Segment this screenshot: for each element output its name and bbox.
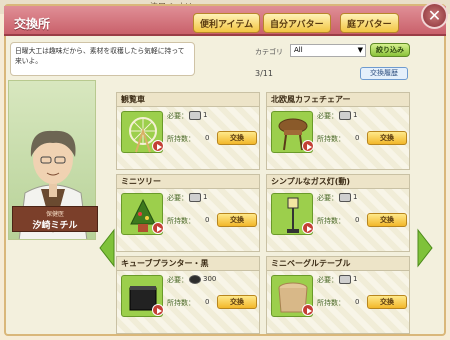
item-name: ミニツリー xyxy=(117,175,259,189)
play-icon[interactable] xyxy=(302,222,314,234)
required-count: 1 xyxy=(203,111,208,119)
chevron-down-icon: ▼ xyxy=(357,46,363,54)
exchange-button[interactable]: 交換 xyxy=(217,213,257,227)
required-label: 必要： xyxy=(167,276,188,284)
prev-page-arrow-icon[interactable] xyxy=(98,228,116,268)
material-icon xyxy=(189,193,201,202)
filter-label: カテゴリ xyxy=(255,48,283,56)
play-icon[interactable] xyxy=(302,140,314,152)
play-icon[interactable] xyxy=(152,140,164,152)
close-button[interactable]: ✕ xyxy=(421,2,448,29)
item-name: ミニベーグルテーブル xyxy=(267,257,409,271)
category-select[interactable]: All ▼ xyxy=(290,44,366,57)
owned-label: 所持数： xyxy=(167,299,195,307)
item-name: キューブプランター・黒 xyxy=(117,257,259,271)
window-title: 交換所 xyxy=(14,17,51,31)
owned-label: 所持数： xyxy=(167,135,195,143)
item-card[interactable]: ミニツリー 必要： 1 所持数： 0 交換 xyxy=(116,174,260,252)
required-label: 必要： xyxy=(317,112,338,120)
required-count: 1 xyxy=(353,275,358,283)
currency-icon xyxy=(189,275,201,284)
material-icon xyxy=(339,193,351,202)
item-card[interactable]: ミニベーグルテーブル 必要： 1 所持数： 0 交換 xyxy=(266,256,410,334)
page-indicator: 3/11 xyxy=(255,69,273,78)
owned-label: 所持数： xyxy=(317,135,345,143)
required-count: 300 xyxy=(203,275,217,283)
required-label: 必要： xyxy=(317,194,338,202)
useful-items-tab[interactable]: 便利アイテム xyxy=(193,13,261,33)
item-card[interactable]: キューブプランター・黒 必要： 300 所持数： 0 交換 xyxy=(116,256,260,334)
close-icon: ✕ xyxy=(427,6,442,25)
exchange-button[interactable]: 交換 xyxy=(367,131,407,145)
item-card[interactable]: 北欧風カフェチェアー 必要： 1 所持数： 0 交換 xyxy=(266,92,410,170)
play-icon[interactable] xyxy=(152,304,164,316)
owned-count: 0 xyxy=(355,298,360,306)
npc-role: 保健医 xyxy=(45,211,64,218)
npc-name-card: 保健医 汐崎ミチル xyxy=(12,206,98,232)
owned-count: 0 xyxy=(205,216,210,224)
item-name: シンプルなガス灯(動) xyxy=(267,175,409,189)
category-select-value: All xyxy=(294,46,303,54)
item-name: 北欧風カフェチェアー xyxy=(267,93,409,107)
npc-speech-bubble: 日曜大工は趣味だから、素材を収穫したら気軽に持って来いよ。 xyxy=(10,42,195,76)
required-label: 必要： xyxy=(167,194,188,202)
required-count: 1 xyxy=(353,193,358,201)
owned-count: 0 xyxy=(205,134,210,142)
material-icon xyxy=(339,111,351,120)
owned-label: 所持数： xyxy=(317,299,345,307)
item-card[interactable]: 観覧車 必要： 1 所持数： 0 交換 xyxy=(116,92,260,170)
exchange-button[interactable]: 交換 xyxy=(367,295,407,309)
owned-label: 所持数： xyxy=(317,217,345,225)
play-icon[interactable] xyxy=(302,304,314,316)
exchange-button[interactable]: 交換 xyxy=(217,131,257,145)
owned-count: 0 xyxy=(355,216,360,224)
exchange-button[interactable]: 交換 xyxy=(367,213,407,227)
required-label: 必要： xyxy=(167,112,188,120)
required-count: 1 xyxy=(353,111,358,119)
exchange-history-button[interactable]: 交換履歴 xyxy=(360,67,408,80)
material-icon xyxy=(189,111,201,120)
play-icon[interactable] xyxy=(152,222,164,234)
next-page-arrow-icon[interactable] xyxy=(416,228,434,268)
npc-name: 汐崎ミチル xyxy=(32,221,78,231)
exchange-button[interactable]: 交換 xyxy=(217,295,257,309)
required-count: 1 xyxy=(203,193,208,201)
filter-button[interactable]: 絞り込み xyxy=(370,43,410,57)
owned-count: 0 xyxy=(355,134,360,142)
material-icon xyxy=(339,275,351,284)
owned-count: 0 xyxy=(205,298,210,306)
item-name: 観覧車 xyxy=(117,93,259,107)
my-avatar-tab[interactable]: 自分アバター xyxy=(263,13,331,33)
owned-label: 所持数： xyxy=(167,217,195,225)
garden-avatar-tab[interactable]: 庭アバター xyxy=(340,13,399,33)
item-card[interactable]: シンプルなガス灯(動) 必要： 1 所持数： 0 交換 xyxy=(266,174,410,252)
required-label: 必要： xyxy=(317,276,338,284)
